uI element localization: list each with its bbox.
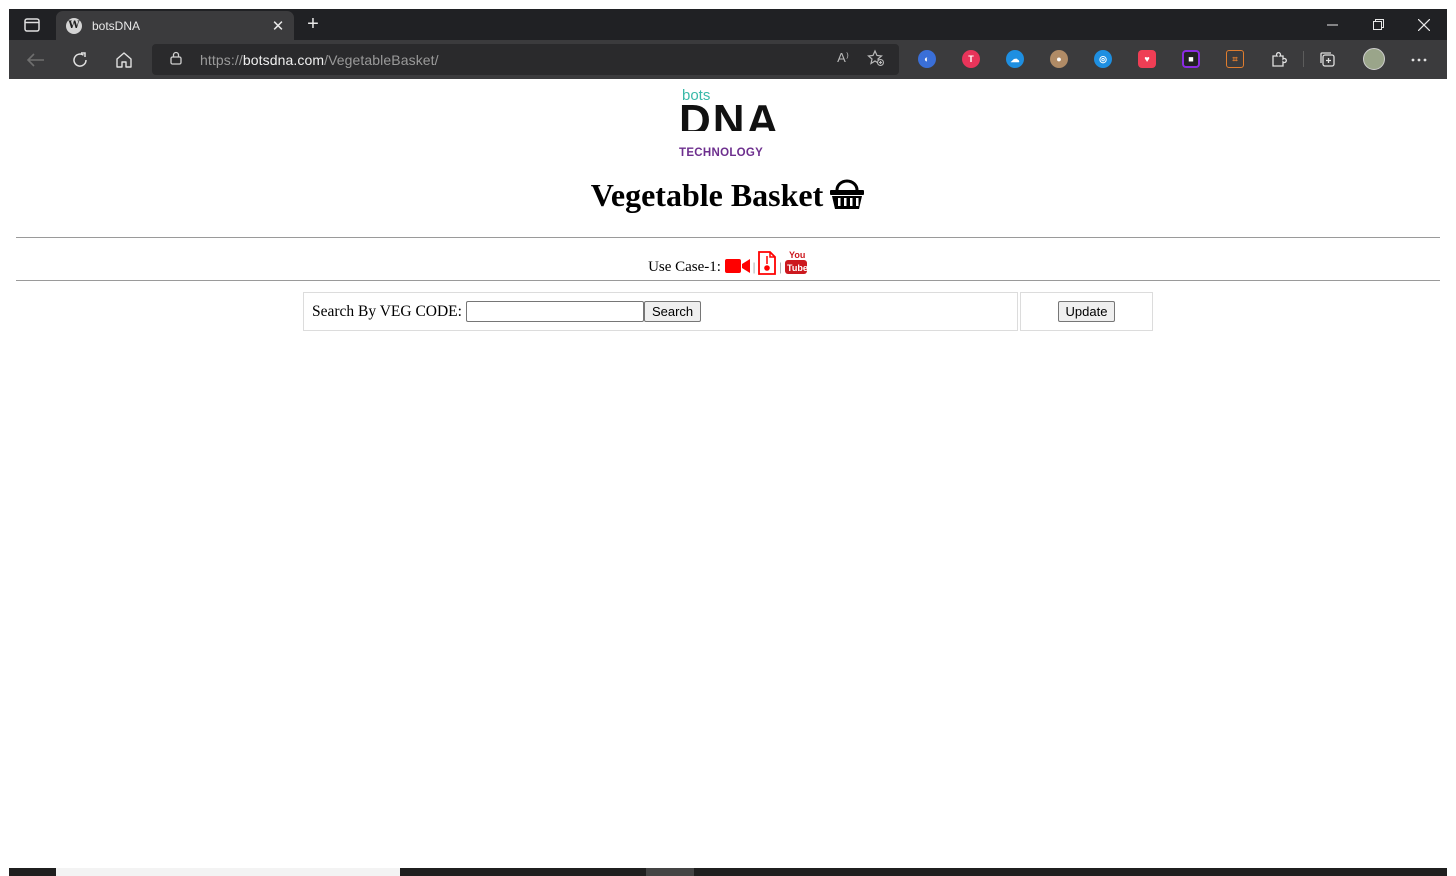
basket-icon	[829, 178, 865, 218]
back-arrow-icon[interactable]	[24, 48, 48, 72]
extension-3-icon[interactable]: ☁	[1006, 50, 1024, 68]
page-title-text: Vegetable Basket	[590, 177, 824, 213]
extension-4-icon[interactable]: ●	[1050, 50, 1068, 68]
use-case-row: Use Case-1: | | You Tube	[9, 249, 1447, 280]
extension-1-icon[interactable]: ◐	[918, 50, 936, 68]
browser-window: W botsDNA ✕ + https://botsdna.com/Vegeta…	[9, 9, 1447, 876]
veg-code-input[interactable]	[465, 301, 644, 322]
tab-close-icon[interactable]: ✕	[268, 17, 288, 35]
extension-7-icon[interactable]: ■	[1182, 50, 1200, 68]
bottom-divider	[16, 280, 1440, 281]
logo-dna-text: DNA	[679, 101, 781, 131]
address-bar[interactable]: https://botsdna.com/VegetableBasket/ A⁾	[152, 44, 899, 75]
taskbar-item[interactable]	[56, 868, 400, 876]
minimize-icon[interactable]	[1309, 9, 1355, 40]
puzzle-icon[interactable]	[1267, 48, 1291, 72]
pocket-icon[interactable]: ♥	[1138, 50, 1156, 68]
profile-avatar[interactable]	[1363, 48, 1385, 70]
extension-8-icon[interactable]: ⌗	[1226, 50, 1244, 68]
top-divider	[16, 237, 1440, 238]
use-case-label: Use Case-1:	[648, 259, 721, 275]
youtube-icon[interactable]: You Tube	[784, 249, 808, 280]
refresh-icon[interactable]	[68, 48, 92, 72]
search-table: Search By VEG CODE: Search Update	[303, 292, 1155, 332]
video-camera-icon[interactable]	[724, 257, 751, 280]
logo-technology-text: TECHNOLOGY	[679, 147, 764, 159]
extension-5-icon[interactable]: ◎	[1094, 50, 1112, 68]
new-tab-button[interactable]: +	[302, 13, 324, 35]
toolbar-divider	[1303, 51, 1304, 67]
home-icon[interactable]	[112, 48, 136, 72]
pdf-file-icon[interactable]	[757, 251, 777, 280]
taskbar-item[interactable]	[646, 868, 694, 876]
url-scheme: https://	[200, 51, 243, 68]
botsdna-logo[interactable]: bots DNA TECHNOLOGY	[679, 87, 781, 159]
page-title: Vegetable Basket	[9, 177, 1447, 218]
search-button[interactable]: Search	[643, 301, 702, 322]
read-aloud-icon[interactable]: A⁾	[837, 50, 849, 66]
search-cell: Search By VEG CODE: Search	[303, 292, 1018, 331]
separator: |	[779, 259, 782, 274]
search-label: Search By VEG CODE:	[312, 302, 462, 320]
update-cell: Update	[1020, 292, 1153, 331]
restore-icon[interactable]	[1355, 9, 1401, 40]
collections-icon[interactable]	[1316, 48, 1340, 72]
browser-toolbar: https://botsdna.com/VegetableBasket/ A⁾ …	[9, 40, 1447, 79]
lock-icon[interactable]	[170, 51, 186, 68]
page-content: bots DNA TECHNOLOGY Vegetable Basket Use…	[9, 79, 1447, 869]
taskbar	[9, 868, 1447, 876]
tab-title: botsDNA	[92, 18, 141, 33]
url-path: /VegetableBasket/	[324, 51, 439, 68]
tab-actions-icon[interactable]	[19, 15, 45, 35]
tab-botsdna[interactable]: W botsDNA ✕	[56, 11, 294, 40]
wordpress-icon: W	[66, 17, 82, 34]
close-window-icon[interactable]	[1401, 9, 1447, 40]
tab-strip: W botsDNA ✕ +	[9, 9, 1447, 40]
separator: |	[752, 259, 756, 274]
url-host: botsdna.com	[242, 51, 325, 68]
svg-text:Tube: Tube	[787, 263, 808, 273]
url-text: https://botsdna.com/VegetableBasket/	[200, 52, 439, 68]
more-icon[interactable]	[1407, 48, 1431, 72]
svg-text:You: You	[789, 250, 805, 260]
extension-2-icon[interactable]: T	[962, 50, 980, 68]
add-favorite-icon[interactable]	[867, 49, 885, 72]
update-button[interactable]: Update	[1057, 301, 1116, 322]
